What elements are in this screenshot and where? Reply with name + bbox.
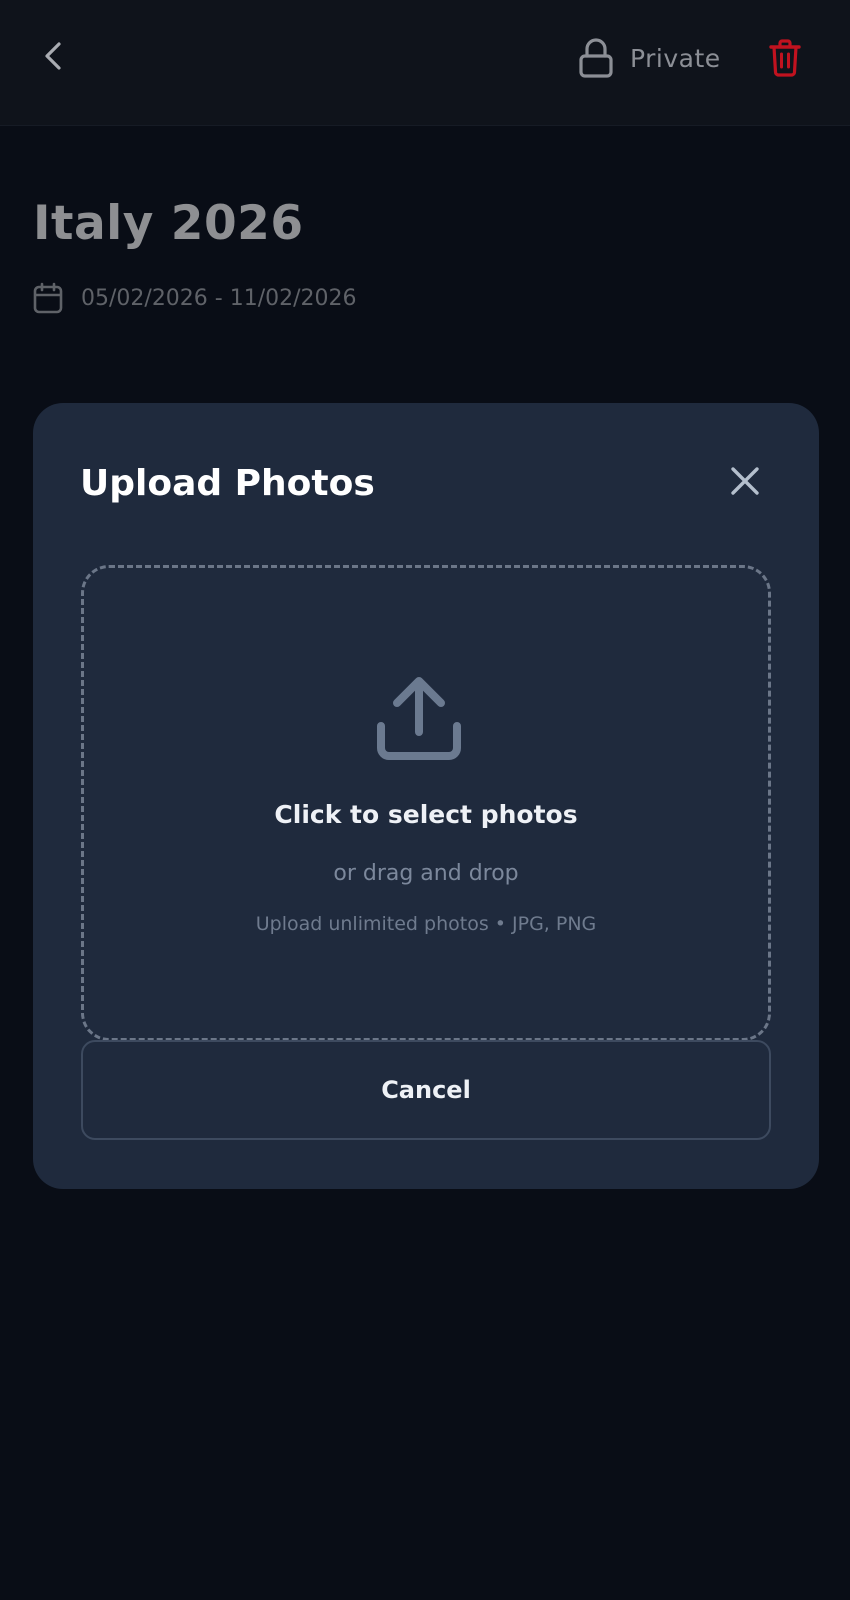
trip-date-range: 05/02/2026 - 11/02/2026 — [33, 282, 357, 314]
top-bar: Private — [0, 0, 850, 126]
trash-icon — [769, 39, 801, 77]
dialog-title: Upload Photos — [80, 463, 375, 504]
cancel-button[interactable]: Cancel — [81, 1040, 771, 1140]
delete-trip-button[interactable] — [765, 36, 805, 80]
privacy-toggle[interactable]: Private — [578, 36, 721, 80]
lock-icon — [579, 38, 613, 78]
trip-dates-text: 05/02/2026 - 11/02/2026 — [81, 285, 357, 311]
trip-detail-screen: Private Italy 2026 05/02/2026 - 11/02/20… — [0, 0, 850, 1600]
close-icon — [731, 467, 759, 495]
dropzone-secondary-text: or drag and drop — [333, 861, 519, 886]
calendar-icon — [33, 282, 63, 314]
upload-icon — [377, 677, 461, 760]
privacy-label: Private — [630, 43, 721, 73]
back-button[interactable] — [30, 33, 76, 79]
chevron-left-icon — [45, 42, 61, 70]
dropzone-primary-text: Click to select photos — [274, 800, 578, 829]
dropzone-hint-text: Upload unlimited photos • JPG, PNG — [255, 913, 597, 935]
trip-title: Italy 2026 — [33, 196, 304, 251]
close-dialog-button[interactable] — [725, 461, 765, 501]
photo-dropzone[interactable]: Click to select photos or drag and drop … — [81, 565, 771, 1041]
upload-photos-dialog: Upload Photos Click to select photos or … — [33, 403, 819, 1189]
